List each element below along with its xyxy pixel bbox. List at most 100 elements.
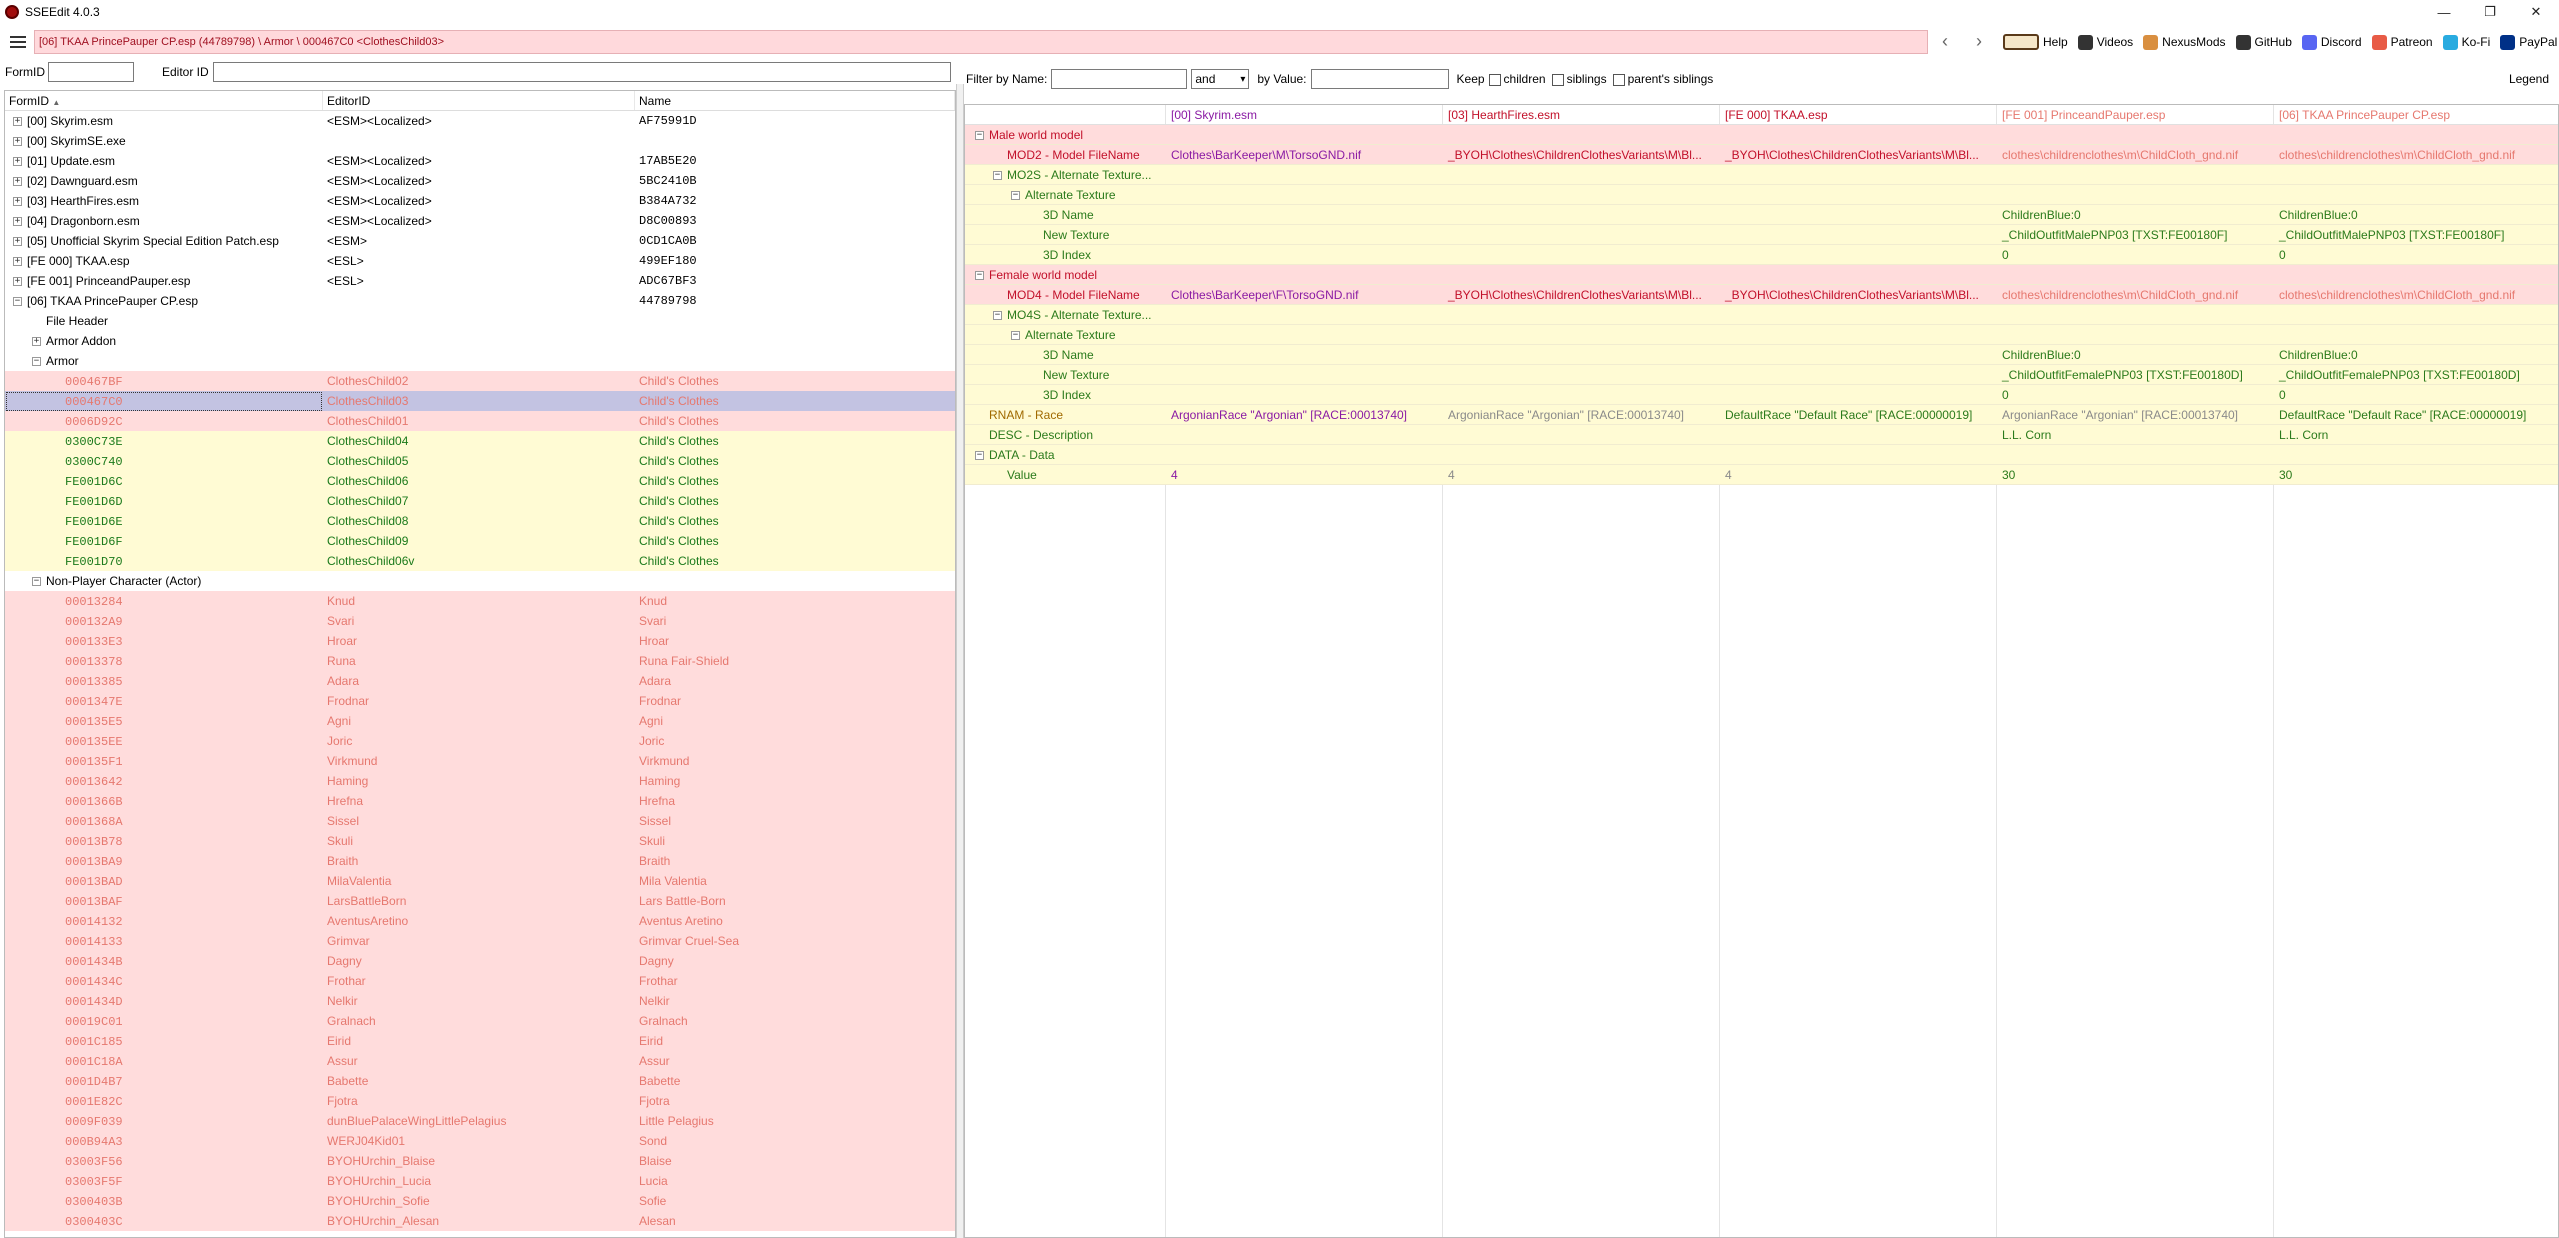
grid-cell[interactable] (1442, 205, 1719, 225)
tree-row[interactable]: 00013B78 Skuli Skuli (5, 831, 955, 851)
grid-cell[interactable]: DefaultRace "Default Race" [RACE:0000001… (1719, 405, 1996, 425)
tree-row[interactable]: FE001D6F ClothesChild09 Child's Clothes (5, 531, 955, 551)
grid-cell[interactable] (1165, 185, 1442, 205)
collapse-icon[interactable]: − (975, 451, 984, 461)
grid-cell[interactable] (1719, 125, 1996, 145)
back-icon[interactable]: ‹ (1934, 30, 1956, 52)
grid-row[interactable]: New Texture _ChildOutfitFemalePNP03 [TXST… (965, 365, 2558, 385)
grid-column-header[interactable]: [03] HearthFires.esm (1442, 105, 1719, 125)
link-videos[interactable]: Videos (2077, 34, 2133, 50)
expand-icon[interactable]: + (13, 137, 22, 147)
grid-cell[interactable] (1719, 385, 1996, 405)
grid-row[interactable]: RNAM - Race ArgonianRace "Argonian" [RACE… (965, 405, 2558, 425)
tree-row[interactable]: + [03] HearthFires.esm <ESM><Localized> B38… (5, 191, 955, 211)
grid-cell[interactable] (1719, 345, 1996, 365)
grid-cell[interactable] (1442, 265, 1719, 285)
tree-row[interactable]: 0300403B BYOHUrchin_Sofie Sofie (5, 1191, 955, 1211)
grid-row[interactable]: MOD2 - Model FileName Clothes\BarKeeper\M… (965, 145, 2558, 165)
tree-row[interactable]: − Armor (5, 351, 955, 371)
collapse-icon[interactable]: − (993, 171, 1002, 181)
grid-row[interactable]: − Alternate Texture (965, 185, 2558, 205)
expand-icon[interactable]: + (13, 157, 22, 167)
grid-cell[interactable] (2273, 185, 2558, 205)
tree-row[interactable]: 0001D4B7 Babette Babette (5, 1071, 955, 1091)
grid-cell[interactable]: _BYOH\Clothes\ChildrenClothesVariants\M\… (1442, 285, 1719, 305)
grid-cell[interactable] (1719, 245, 1996, 265)
tree-row[interactable]: 0001434C Frothar Frothar (5, 971, 955, 991)
grid-cell[interactable] (1996, 305, 2273, 325)
tree-row[interactable]: 03003F56 BYOHUrchin_Blaise Blaise (5, 1151, 955, 1171)
tree-row[interactable]: 0001E82C Fjotra Fjotra (5, 1091, 955, 1111)
forward-icon[interactable]: › (1968, 30, 1990, 52)
grid-cell[interactable]: _ChildOutfitFemalePNP03 [TXST:FE00180D] (1996, 365, 2273, 385)
grid-cell[interactable] (1719, 365, 1996, 385)
grid-cell[interactable] (1165, 265, 1442, 285)
grid-cell[interactable]: 0 (2273, 385, 2558, 405)
grid-cell[interactable]: 30 (1996, 465, 2273, 485)
tree-row[interactable]: + [FE 000] TKAA.esp <ESL> 499EF180 (5, 251, 955, 271)
grid-cell[interactable]: ChildrenBlue:0 (2273, 205, 2558, 225)
tree-row[interactable]: 00013385 Adara Adara (5, 671, 955, 691)
tree-row[interactable]: 0001C18A Assur Assur (5, 1051, 955, 1071)
tree-row[interactable]: + [FE 001] PrinceandPauper.esp <ESL> ADC67B… (5, 271, 955, 291)
panel-splitter[interactable] (956, 84, 964, 1238)
grid-column-header[interactable]: [FE 001] PrinceandPauper.esp (1996, 105, 2273, 125)
grid-row[interactable]: 3D Index 0 0 (965, 385, 2558, 405)
keep-parents-siblings-checkbox[interactable]: parent's siblings (1612, 72, 1713, 86)
collapse-icon[interactable]: − (32, 577, 41, 587)
grid-cell[interactable]: 0 (2273, 245, 2558, 265)
tree-row[interactable]: 0300C740 ClothesChild05 Child's Clothes (5, 451, 955, 471)
hamburger-menu-icon[interactable] (0, 24, 36, 60)
tree-row[interactable]: FE001D6D ClothesChild07 Child's Clothes (5, 491, 955, 511)
tree-row[interactable]: 0001347E Frodnar Frodnar (5, 691, 955, 711)
legend-button[interactable]: Legend (2509, 72, 2549, 86)
expand-icon[interactable]: + (13, 257, 22, 267)
grid-cell[interactable] (1442, 425, 1719, 445)
grid-cell[interactable]: 30 (2273, 465, 2558, 485)
tree-row[interactable]: − [06] TKAA PrincePauper CP.esp 44789798 (5, 291, 955, 311)
grid-cell[interactable] (1996, 265, 2273, 285)
restore-button[interactable]: ❐ (2467, 0, 2513, 24)
grid-row[interactable]: − Female world model (965, 265, 2558, 285)
grid-row[interactable]: − Male world model (965, 125, 2558, 145)
grid-cell[interactable] (1165, 245, 1442, 265)
grid-cell[interactable] (1165, 445, 1442, 465)
tree-row[interactable]: 00019C01 Gralnach Gralnach (5, 1011, 955, 1031)
grid-cell[interactable]: L.L. Corn (1996, 425, 2273, 445)
grid-cell[interactable] (1165, 205, 1442, 225)
grid-cell[interactable] (1165, 385, 1442, 405)
grid-cell[interactable] (1165, 225, 1442, 245)
tree-row[interactable]: 000135E5 Agni Agni (5, 711, 955, 731)
tree-row[interactable]: + [00] Skyrim.esm <ESM><Localized> AF75991D (5, 111, 955, 131)
tree-row[interactable]: 0006D92C ClothesChild01 Child's Clothes (5, 411, 955, 431)
grid-cell[interactable] (1719, 325, 1996, 345)
column-header-name[interactable]: Name (635, 91, 955, 110)
tree-row[interactable]: 0300403C BYOHUrchin_Alesan Alesan (5, 1211, 955, 1231)
tree-row[interactable]: 000B94A3 WERJ04Kid01 Sond (5, 1131, 955, 1151)
grid-cell[interactable] (1442, 325, 1719, 345)
formid-input[interactable] (48, 62, 134, 82)
collapse-icon[interactable]: − (1011, 191, 1020, 201)
link-patreon[interactable]: Patreon (2371, 34, 2433, 50)
tree-row[interactable]: 0001366B Hrefna Hrefna (5, 791, 955, 811)
tree-row[interactable]: 0300C73E ClothesChild04 Child's Clothes (5, 431, 955, 451)
tree-row[interactable]: − Non-Player Character (Actor) (5, 571, 955, 591)
link-help[interactable]: Help (2003, 34, 2068, 50)
expand-icon[interactable]: + (13, 117, 22, 127)
grid-row[interactable]: − Alternate Texture (965, 325, 2558, 345)
grid-cell[interactable] (1442, 225, 1719, 245)
collapse-icon[interactable]: − (32, 357, 41, 367)
collapse-icon[interactable]: − (975, 271, 984, 281)
grid-cell[interactable]: 4 (1442, 465, 1719, 485)
expand-icon[interactable]: + (13, 197, 22, 207)
grid-cell[interactable]: Clothes\BarKeeper\F\TorsoGND.nif (1165, 285, 1442, 305)
grid-cell[interactable]: ChildrenBlue:0 (2273, 345, 2558, 365)
tree-row[interactable]: + [04] Dragonborn.esm <ESM><Localized> D8C0… (5, 211, 955, 231)
keep-siblings-checkbox[interactable]: siblings (1551, 72, 1607, 86)
grid-cell[interactable]: DefaultRace "Default Race" [RACE:0000001… (2273, 405, 2558, 425)
grid-row[interactable]: MOD4 - Model FileName Clothes\BarKeeper\F… (965, 285, 2558, 305)
tree-row[interactable]: + [02] Dawnguard.esm <ESM><Localized> 5BC24… (5, 171, 955, 191)
grid-cell[interactable] (1996, 165, 2273, 185)
grid-cell[interactable]: ChildrenBlue:0 (1996, 205, 2273, 225)
column-header-formid[interactable]: FormID ▲ (5, 91, 323, 110)
